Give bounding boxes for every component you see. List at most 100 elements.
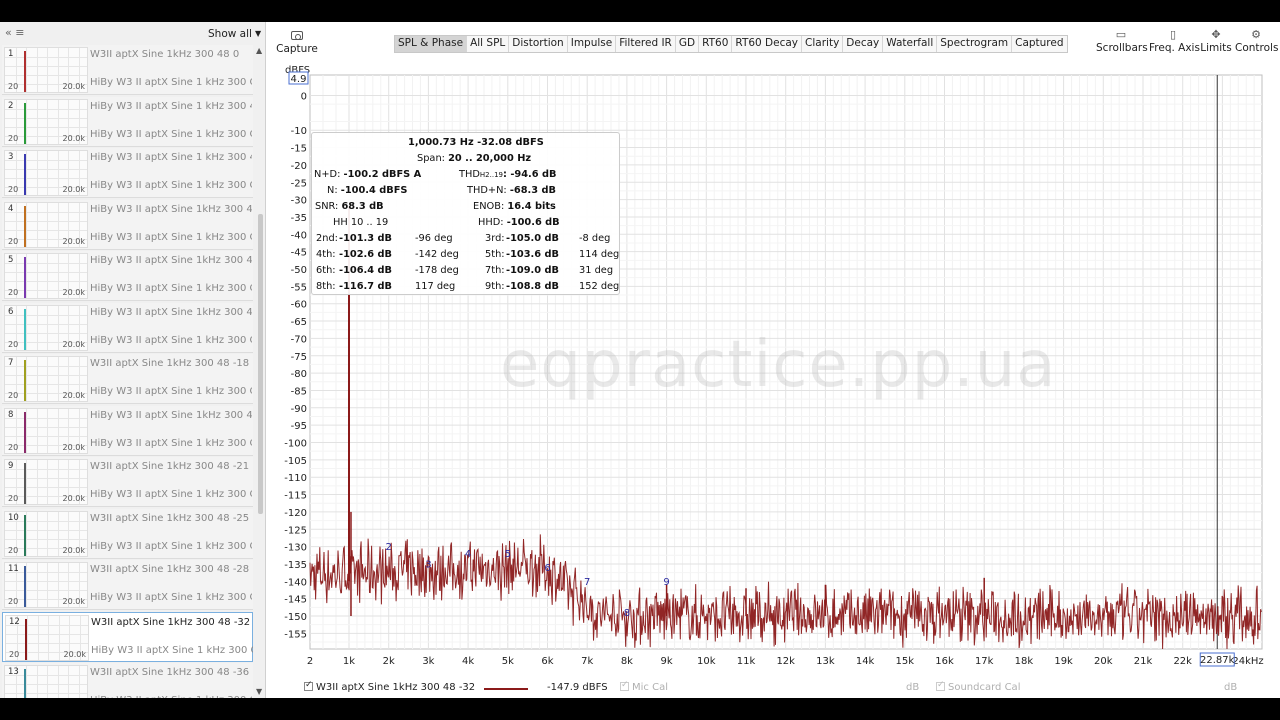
measurement-subtitle: HiBy W3 II aptX Sine 1 kHz 300 Ohm [90, 180, 252, 191]
mic-cal-toggle[interactable]: Mic Cal [620, 680, 668, 693]
harmonic-value-cell: -116.7 dB [339, 281, 392, 292]
tab-all-spl[interactable]: All SPL [467, 36, 510, 52]
x-tick-label: 14k [856, 656, 875, 667]
tab-captured[interactable]: Captured [1012, 36, 1066, 52]
measurement-item[interactable]: 2 20 20.0k HiBy W3 II aptX Sine 1 kHz 300 4… [2, 96, 253, 147]
measurement-item[interactable]: 4 20 20.0k HiBy W3 II aptX Sine 1kHz 300 48… [2, 199, 253, 250]
tab-clarity[interactable]: Clarity [802, 36, 844, 52]
thumbnail-lo-label: 20 [8, 339, 19, 349]
soundcard-cal-toggle[interactable]: Soundcard Cal [936, 680, 1021, 693]
measurement-item[interactable]: 12 20 20.0k W3II aptX Sine 1kHz 300 48 -32 H… [2, 611, 253, 662]
trace-toggle[interactable]: W3II aptX Sine 1kHz 300 48 -32 [304, 680, 475, 693]
scroll-down-icon[interactable]: ▼ [256, 687, 262, 696]
info-thdn: THD+N: -68.3 dB [467, 185, 556, 196]
measurement-item[interactable]: 6 20 20.0k HiBy W3 II aptX Sine 1kHz 300 48… [2, 302, 253, 353]
show-all-dropdown[interactable]: Show all ▼ [208, 25, 264, 42]
controls-label: Controls [1235, 42, 1279, 54]
measurement-item[interactable]: 11 20 20.0k W3II aptX Sine 1kHz 300 48 -28 H… [2, 560, 253, 610]
measurement-subtitle: HiBy W3 II aptX Sine 1 kHz 300 Ohm [90, 128, 252, 140]
thumbnail-trace [24, 566, 26, 607]
measurement-number: 4 [8, 203, 14, 214]
measurement-item[interactable]: 3 20 20.0k HiBy W3 II aptX Sine 1 kHz 300 4… [2, 148, 253, 198]
measurement-item[interactable]: 7 20 20.0k W3II aptX Sine 1kHz 300 48 -18 Hi… [2, 354, 253, 404]
y-tick-label: -40 [291, 230, 307, 241]
measurement-item[interactable]: 8 20 20.0k HiBy W3 II aptX Sine 1kHz 300 48… [2, 405, 253, 456]
measurement-number: 13 [8, 667, 19, 677]
harmonic-phase-cell: 152 deg [579, 281, 620, 292]
snr-label: SNR: [315, 201, 339, 212]
scrollbar-thumb[interactable] [258, 214, 263, 514]
x-tick-label: 12k [776, 656, 795, 667]
freq-axis-button[interactable]: ▯ Freq. Axis [1149, 28, 1200, 60]
measurement-title: HiBy W3 II aptX Sine 1kHz 300 48 -12 [90, 306, 252, 318]
y-tick-label: -90 [291, 404, 307, 415]
y-tick-label: -155 [284, 629, 307, 640]
tab-waterfall[interactable]: Waterfall [883, 36, 938, 52]
thumbnail-hi-label: 20.0k [62, 82, 85, 91]
measurement-subtitle: HiBy W3 II aptX Sine 1 kHz 300 Ohm [90, 540, 252, 552]
measurement-item[interactable]: 5 20 20.0k HiBy W3 II aptX Sine 1kHz 300 48… [2, 251, 253, 301]
scrollbars-button[interactable]: ▭ Scrollbars [1096, 28, 1148, 60]
harmonic-value-cell: -109.0 dB [506, 265, 559, 276]
y-tick-label: -150 [284, 612, 307, 623]
tab-gd[interactable]: GD [676, 36, 700, 52]
tab-distortion[interactable]: Distortion [509, 36, 568, 52]
trace-color-swatch [484, 688, 528, 690]
tab-spl-phase[interactable]: SPL & Phase [395, 36, 468, 52]
tab-impulse[interactable]: Impulse [568, 36, 617, 52]
tab-rt60[interactable]: RT60 [699, 36, 733, 52]
trace-checkbox[interactable] [304, 680, 313, 691]
info-hh: HH 10 .. 19 [333, 217, 389, 228]
measurement-item[interactable]: 132020.0kW3II aptX Sine 1kHz 300 48 -36 H… [2, 663, 253, 698]
tab-rt60-decay[interactable]: RT60 Decay [732, 36, 803, 52]
harmonic-marker: 2 [386, 542, 392, 553]
x-tick-label: 10k [697, 656, 716, 667]
soundcard-cal-checkbox[interactable] [936, 680, 945, 691]
thumbnail-lo-label: 20 [8, 442, 19, 452]
thumbnail-hi-label: 20.0k [62, 494, 85, 503]
measurement-title: HiBy W3 II aptX Sine 1kHz 300 48 -10 L1 [90, 255, 252, 266]
tab-decay[interactable]: Decay [843, 36, 884, 52]
measurement-list-scrollbar[interactable]: ▲ ▼ [255, 46, 265, 698]
measurement-title: HiBy W3 II aptX Sine 1kHz 300 48 -6 [90, 203, 252, 215]
thumbnail-trace [24, 51, 26, 92]
info-enob: ENOB: 16.4 bits [473, 201, 556, 212]
limits-arrows-icon: ✥ [1211, 28, 1221, 41]
y-tick-label: -130 [284, 543, 307, 554]
y-top-value: 4.9 [291, 74, 307, 85]
panel-header: « ≡ Show all ▼ [0, 22, 266, 44]
thumbnail-lo-label: 20 [8, 133, 19, 143]
tab-filtered-ir[interactable]: Filtered IR [616, 36, 676, 52]
y-tick-label: -115 [284, 491, 307, 502]
y-tick-label: -110 [284, 473, 307, 484]
harmonic-marker: 3 [425, 559, 431, 570]
x-tick-label: 5k [502, 656, 514, 667]
harmonic-label-cell: 5th: [485, 249, 505, 260]
harmonic-marker: 9 [663, 577, 669, 588]
thumbnail-lo-label: 20 [8, 236, 19, 246]
gear-icon: ⚙ [1251, 28, 1261, 41]
harmonic-label-cell: 8th: [316, 281, 336, 292]
x-tick-label: 15k [896, 656, 915, 667]
harmonic-phase-cell: -142 deg [415, 249, 459, 260]
soundcard-cal-label: Soundcard Cal [948, 682, 1021, 693]
measurement-item[interactable]: 9 20 20.0k W3II aptX Sine 1kHz 300 48 -21 Hi… [2, 457, 253, 507]
measurement-title: W3II aptX Sine 1kHz 300 48 -32 [91, 616, 251, 628]
mic-cal-label: Mic Cal [632, 682, 668, 693]
limits-button[interactable]: ✥ Limits [1200, 28, 1232, 60]
x-tick-label: 7k [581, 656, 593, 667]
capture-button[interactable]: Capture [276, 28, 318, 60]
measurement-item[interactable]: 10 20 20.0k W3II aptX Sine 1kHz 300 48 -25 H… [2, 508, 253, 559]
x-tick-label: 9k [661, 656, 673, 667]
mic-cal-checkbox[interactable] [620, 680, 629, 691]
limits-label: Limits [1200, 42, 1232, 54]
harmonic-value-cell: -105.0 dB [506, 233, 559, 244]
scroll-up-icon[interactable]: ▲ [256, 46, 262, 55]
controls-button[interactable]: ⚙ Controls [1235, 28, 1279, 60]
measurement-item[interactable]: 1 20 20.0k W3II aptX Sine 1kHz 300 48 0 HiBy… [2, 45, 253, 95]
measurement-thumbnail: 9 20 20.0k [4, 459, 88, 505]
x-tick-label: 13k [816, 656, 835, 667]
tab-spectrogram[interactable]: Spectrogram [937, 36, 1013, 52]
measurement-subtitle: HiBy W3 II aptX Sine 1 kHz 300 Ohm [91, 644, 253, 656]
collapse-panel-icon[interactable]: « ≡ [5, 26, 24, 39]
